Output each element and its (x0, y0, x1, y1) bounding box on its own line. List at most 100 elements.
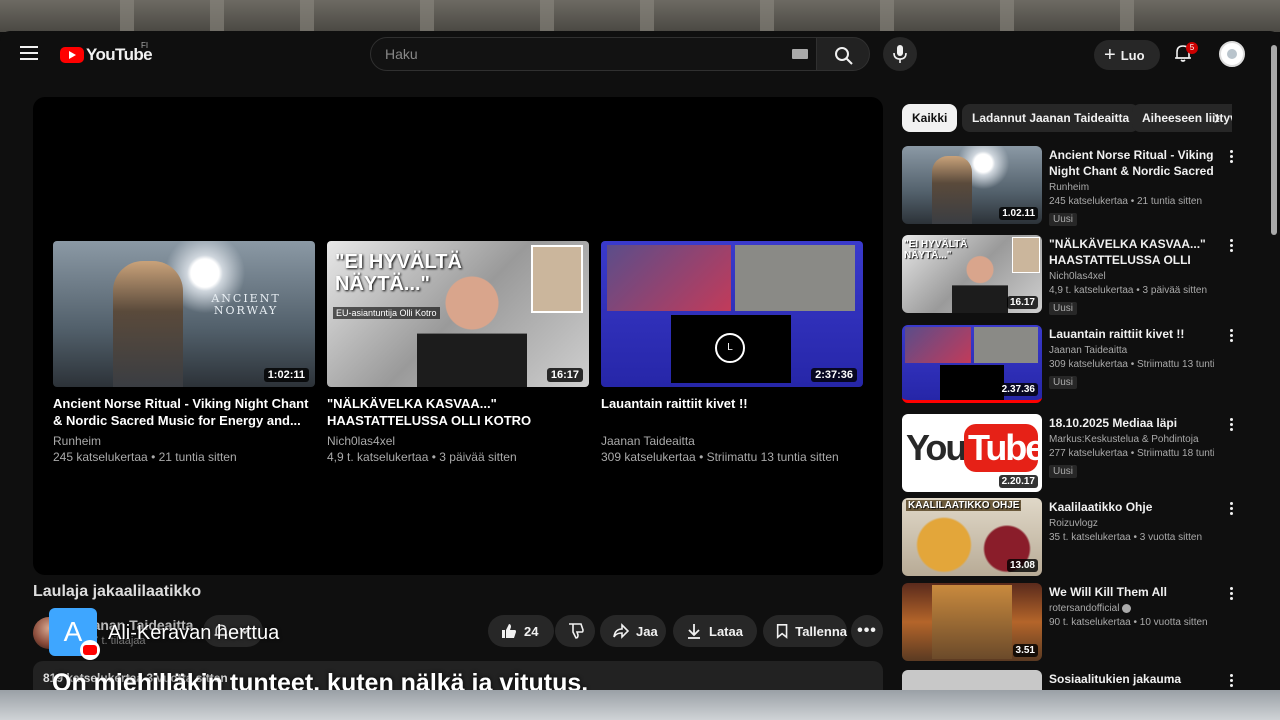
download-button[interactable]: Lataa (673, 615, 757, 647)
related-thumbnail[interactable]: "EI HYVÄLTÄ NÄYTÄ..." 16.17 (902, 235, 1042, 313)
video-title: Laulaja jakaalilaatikko (33, 583, 202, 600)
thumbnail-figure (417, 267, 527, 387)
duration-badge: 2.20.17 (998, 475, 1038, 488)
search-button[interactable] (816, 37, 870, 71)
thumbnail-logo-you: You (906, 427, 967, 468)
thumbnail-logo-tube: Tube (968, 427, 1042, 468)
related-info: 18.10.2025 Mediaa läpi Markus:Keskustelu… (1049, 415, 1214, 479)
more-vertical-icon[interactable] (1226, 587, 1236, 603)
endscreen-title[interactable]: "NÄLKÄVELKA KASVAA..." HAASTATTELUSSA OL… (327, 395, 589, 429)
related-video-item[interactable]: KAALILAATIKKO OHJE 13.08 Kaalilaatikko O… (902, 498, 1242, 578)
related-channel[interactable]: Runheim (1049, 181, 1214, 195)
related-video-item[interactable]: "EI HYVÄLTÄ NÄYTÄ..." 16.17 "NÄLKÄVELKA … (902, 235, 1242, 315)
related-video-item[interactable]: You Tube 2.20.17 18.10.2025 Mediaa läpi … (902, 414, 1242, 494)
related-title[interactable]: Lauantain raittiit kivet !! (1049, 326, 1214, 342)
more-vertical-icon[interactable] (1226, 239, 1236, 255)
like-button[interactable]: 24 (488, 615, 554, 647)
more-vertical-icon[interactable] (1226, 418, 1236, 434)
related-thumbnail[interactable]: KAALILAATIKKO OHJE 13.08 (902, 498, 1042, 576)
related-thumbnail[interactable] (902, 670, 1042, 690)
page-scrollbar[interactable] (1271, 45, 1277, 685)
background-snow (0, 690, 1280, 720)
endscreen-meta: 245 katselukertaa • 21 tuntia sitten (53, 450, 237, 464)
background-building (0, 0, 1280, 32)
related-info: Kaalilaatikko Ohje Roizuvlogz 35 t. kats… (1049, 499, 1214, 545)
share-label: Jaa (636, 623, 658, 639)
related-thumbnail[interactable]: You Tube 2.20.17 (902, 414, 1042, 492)
endscreen-title[interactable]: Ancient Norse Ritual - Viking Night Chan… (53, 395, 315, 429)
youtube-window: YouTube FI + Luo 5 ANCIENT NORWAY 1: (0, 31, 1280, 690)
duration-badge: 2.37.36 (998, 383, 1038, 396)
keyboard-icon[interactable] (792, 49, 808, 59)
thumbnail-webcam (607, 245, 731, 311)
download-icon (688, 624, 700, 639)
new-badge: Uusi (1049, 302, 1078, 315)
related-title[interactable]: Sosiaalitukien jakauma Suomen (1049, 671, 1214, 690)
more-vertical-icon[interactable] (1226, 674, 1236, 690)
endscreen-card-3[interactable]: L 2:37:36 Lauantain raittiit kivet !! Ja… (601, 241, 863, 465)
endscreen-thumbnail[interactable]: "EI HYVÄLTÄ NÄYTÄ..." EU-asiantuntija Ol… (327, 241, 589, 387)
create-button[interactable]: + Luo (1094, 40, 1160, 70)
related-channel[interactable]: Jaanan Taideaitta (1049, 344, 1214, 358)
youtube-logo[interactable]: YouTube FI (60, 41, 153, 65)
related-video-item[interactable]: 1.02.11 Ancient Norse Ritual - Viking Ni… (902, 146, 1242, 226)
thumbnail-figure (113, 261, 183, 387)
related-meta: 4,9 t. katselukertaa • 3 päivää sitten (1049, 285, 1208, 296)
save-label: Tallenna (795, 623, 847, 639)
endscreen-channel[interactable]: Nich0las4xel (327, 433, 589, 449)
thumbnail-text: L (715, 333, 745, 363)
endscreen-card-2[interactable]: "EI HYVÄLTÄ NÄYTÄ..." EU-asiantuntija Ol… (327, 241, 589, 465)
chip-uploaded-by[interactable]: Ladannut Jaanan Taideaitta (962, 104, 1140, 132)
endscreen-channel[interactable]: Jaanan Taideaitta (601, 433, 863, 449)
new-badge: Uusi (1049, 465, 1078, 478)
voice-search-button[interactable] (883, 37, 917, 71)
related-title[interactable]: Kaalilaatikko Ohje (1049, 499, 1214, 515)
country-code: FI (141, 41, 149, 50)
chevron-right-icon[interactable]: › (1206, 108, 1228, 129)
related-title[interactable]: Ancient Norse Ritual - Viking Night Chan… (1049, 147, 1214, 179)
caption-line-1: Ali-Keravan herttua (108, 622, 280, 644)
related-info: We Will Kill Them All rotersandofficial … (1049, 584, 1214, 630)
endscreen-meta: 309 katselukertaa • Striimattu 13 tuntia… (601, 450, 839, 464)
related-channel[interactable]: Roizuvlogz (1049, 517, 1214, 531)
related-channel[interactable]: Markus:Keskustelua & Pohdintoja (1049, 433, 1214, 447)
related-thumbnail[interactable]: 3.51 (902, 583, 1042, 661)
verified-icon (1122, 603, 1132, 613)
more-vertical-icon[interactable] (1226, 329, 1236, 345)
account-avatar[interactable] (1219, 41, 1245, 67)
related-info: Lauantain raittiit kivet !! Jaanan Taide… (1049, 326, 1214, 390)
duration-badge: 1:02:11 (263, 368, 309, 382)
endscreen-channel[interactable]: Runheim (53, 433, 315, 449)
dislike-button[interactable] (555, 615, 595, 647)
new-badge: Uusi (1049, 376, 1078, 389)
search-input[interactable] (385, 38, 765, 70)
related-info: Sosiaalitukien jakauma Suomen (1049, 671, 1214, 690)
related-video-item[interactable]: Sosiaalitukien jakauma Suomen (902, 670, 1242, 690)
scrollbar-thumb[interactable] (1271, 45, 1277, 235)
endscreen-thumbnail[interactable]: L 2:37:36 (601, 241, 863, 387)
related-thumbnail[interactable]: 1.02.11 (902, 146, 1042, 224)
save-button[interactable]: Tallenna (763, 615, 847, 647)
share-button[interactable]: Jaa (600, 615, 666, 647)
related-thumbnail[interactable]: 2.37.36 (902, 325, 1042, 403)
endscreen-title[interactable]: Lauantain raittiit kivet !! (601, 395, 863, 429)
duration-badge: 16:17 (546, 368, 583, 382)
related-video-item[interactable]: 2.37.36 Lauantain raittiit kivet !! Jaan… (902, 325, 1242, 405)
more-vertical-icon[interactable] (1226, 150, 1236, 166)
more-vertical-icon[interactable] (1226, 502, 1236, 518)
thumbnail-inset (531, 245, 583, 313)
chip-all[interactable]: Kaikki (902, 104, 958, 132)
video-player[interactable]: ANCIENT NORWAY 1:02:11 Ancient Norse Rit… (33, 97, 883, 575)
endscreen-thumbnail[interactable]: ANCIENT NORWAY 1:02:11 (53, 241, 315, 387)
related-channel[interactable]: Nich0las4xel (1049, 270, 1214, 284)
more-actions-button[interactable]: ••• (851, 615, 883, 647)
related-title[interactable]: We Will Kill Them All (1049, 584, 1214, 600)
related-video-item[interactable]: 3.51 We Will Kill Them All rotersandoffi… (902, 583, 1242, 663)
related-title[interactable]: "NÄLKÄVELKA KASVAA..." HAASTATTELUSSA OL… (1049, 236, 1214, 268)
search-box (370, 37, 817, 71)
menu-icon[interactable] (20, 46, 38, 60)
share-icon (613, 623, 630, 639)
endscreen-card-1[interactable]: ANCIENT NORWAY 1:02:11 Ancient Norse Rit… (53, 241, 315, 465)
related-channel[interactable]: rotersandofficial (1049, 602, 1214, 616)
related-title[interactable]: 18.10.2025 Mediaa läpi (1049, 415, 1214, 431)
